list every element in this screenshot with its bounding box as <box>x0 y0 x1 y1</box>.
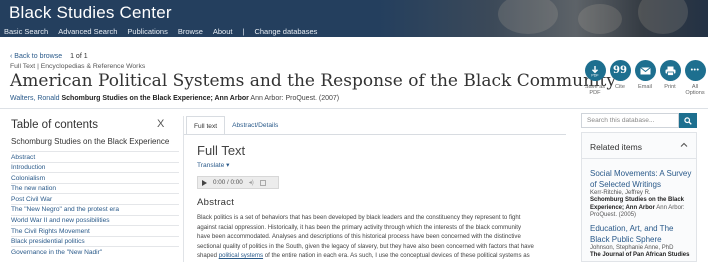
political-systems-link[interactable]: political systems <box>219 252 263 259</box>
toc-close-icon[interactable]: X <box>157 118 164 130</box>
result-position: 1 of 1 <box>70 53 88 60</box>
quote-icon: 99 <box>609 60 631 81</box>
toc-heading: Table of contents <box>11 119 98 131</box>
nav-advanced-search[interactable]: Advanced Search <box>58 27 117 36</box>
toc-item[interactable]: Governance in the "New Nadir" <box>11 246 179 257</box>
audio-player: 0:00 / 0:00 ◂) <box>197 176 279 189</box>
audio-time: 0:00 / 0:00 <box>213 179 243 186</box>
more-icon: ••• <box>684 60 706 81</box>
nav-about[interactable]: About <box>213 27 233 36</box>
brand-title[interactable]: Black Studies Center <box>9 3 172 23</box>
header-banner-image <box>378 0 708 37</box>
related-item: Education, Art, and The Black Public Sph… <box>590 224 694 260</box>
nav-separator: | <box>242 27 245 36</box>
toc-item[interactable]: Black presidential politics <box>11 235 179 247</box>
abstract-heading: Abstract <box>197 197 235 208</box>
abstract-line: have been accommodated. Analyses and des… <box>197 233 521 241</box>
abstract-line: Black politics is a set of behaviors tha… <box>197 214 521 221</box>
related-item-publication: Schomburg Studies on the Black Experienc… <box>590 197 685 219</box>
section-divider <box>0 108 708 109</box>
publication-title[interactable]: Schomburg Studies on the Black Experienc… <box>62 95 249 102</box>
nav-basic-search[interactable]: Basic Search <box>4 27 48 36</box>
tab-full-text[interactable]: Full text <box>186 116 226 134</box>
breadcrumb: ‹ Back to browse 1 of 1 <box>10 53 88 60</box>
toc-item[interactable]: The Civil Rights Movement <box>11 225 179 236</box>
save-as-pdf-label: Save as PDF <box>584 84 606 97</box>
download-audio-icon[interactable] <box>259 179 266 186</box>
related-divider <box>582 158 696 159</box>
search-icon <box>684 116 692 125</box>
document-actions: PDF Save as PDF 99 Cite Email Print ••• … <box>584 60 708 112</box>
toc-item[interactable]: Introduction <box>11 161 179 173</box>
database-search: Search this database... <box>581 113 697 128</box>
abstract-line: against racial oppression. Historically,… <box>197 223 522 231</box>
related-item-title[interactable]: Social Movements: A Survey of Selected W… <box>590 169 694 190</box>
related-item-title[interactable]: Education, Art, and The Black Public Sph… <box>590 224 694 245</box>
print-icon <box>659 60 681 81</box>
related-item: Social Movements: A Survey of Selected W… <box>590 169 694 220</box>
toc-list: Abstract Introduction Colonialism The ne… <box>11 151 179 257</box>
nav-change-databases[interactable]: Change databases <box>254 27 317 36</box>
abstract-text-fragment: shaped <box>197 252 219 260</box>
download-pdf-icon: PDF <box>584 60 606 81</box>
svg-text:PDF: PDF <box>591 73 599 77</box>
toc-item[interactable]: Colonialism <box>11 172 179 183</box>
cite-label: Cite <box>615 84 625 90</box>
abstract-text: Black politics is a set of behaviors tha… <box>197 213 557 261</box>
translate-dropdown[interactable]: Translate ▾ <box>197 161 229 169</box>
abstract-line: shaped political systems of the entire n… <box>197 251 557 261</box>
search-input[interactable]: Search this database... <box>581 113 679 128</box>
related-item-author: Johnson, Stephanie Anne, PhD <box>590 245 674 251</box>
nav-browse[interactable]: Browse <box>178 27 203 36</box>
all-options-label: All Options <box>685 84 705 97</box>
app-header: Black Studies Center Basic Search Advanc… <box>0 0 708 37</box>
volume-icon[interactable]: ◂) <box>249 179 254 186</box>
nav-publications[interactable]: Publications <box>127 27 167 36</box>
tab-abstract-details[interactable]: Abstract/Details <box>225 116 285 134</box>
document-type: Full Text | Encyclopedias & Reference Wo… <box>10 63 146 70</box>
all-options-button[interactable]: ••• All Options <box>684 60 706 97</box>
document-byline: Walters, Ronald Schomburg Studies on the… <box>10 95 339 102</box>
related-items-panel: Related items Social Movements: A Survey… <box>581 132 697 262</box>
document-main: Full text Abstract/Details Full Text Tra… <box>183 116 566 262</box>
email-icon <box>634 60 656 81</box>
abstract-text-fragment: of the entire nation in each era. As suc… <box>263 252 530 260</box>
tab-underline <box>184 134 566 135</box>
related-items-heading: Related items <box>590 142 642 152</box>
page-title: American Political Systems and the Respo… <box>10 71 616 91</box>
full-text-heading: Full Text <box>197 143 246 158</box>
toc-subtitle: Schomburg Studies on the Black Experienc… <box>11 137 170 146</box>
print-button[interactable]: Print <box>659 60 681 90</box>
publication-details: Ann Arbor: ProQuest. (2007) <box>250 95 340 102</box>
cite-button[interactable]: 99 Cite <box>609 60 631 90</box>
related-item-publication: The Journal of Pan African Studies <box>590 252 690 259</box>
document-tabs: Full text Abstract/Details <box>186 116 285 134</box>
abstract-line: sectional quality of politics in the Sou… <box>197 242 534 250</box>
back-to-browse-link[interactable]: ‹ Back to browse <box>10 53 62 60</box>
play-icon[interactable] <box>202 179 207 186</box>
save-as-pdf-button[interactable]: PDF Save as PDF <box>584 60 606 97</box>
email-label: Email <box>638 84 652 90</box>
toc-item[interactable]: Post Civil War <box>11 193 179 204</box>
top-nav: Basic Search Advanced Search Publication… <box>0 26 317 37</box>
author-link[interactable]: Walters, Ronald <box>10 95 60 102</box>
toc-item[interactable]: World War II and new possibilities <box>11 214 179 226</box>
table-of-contents: Table of contents X Schomburg Studies on… <box>11 113 179 262</box>
chevron-up-icon[interactable] <box>680 141 688 149</box>
related-item-author: Kerr-Ritchie, Jeffrey R. <box>590 190 651 196</box>
email-button[interactable]: Email <box>634 60 656 90</box>
print-label: Print <box>664 84 676 90</box>
toc-item[interactable]: The new nation <box>11 182 179 194</box>
toc-item[interactable]: The "New Negro" and the protest era <box>11 203 179 215</box>
search-button[interactable] <box>679 113 697 128</box>
toc-item[interactable]: Abstract <box>11 151 179 162</box>
